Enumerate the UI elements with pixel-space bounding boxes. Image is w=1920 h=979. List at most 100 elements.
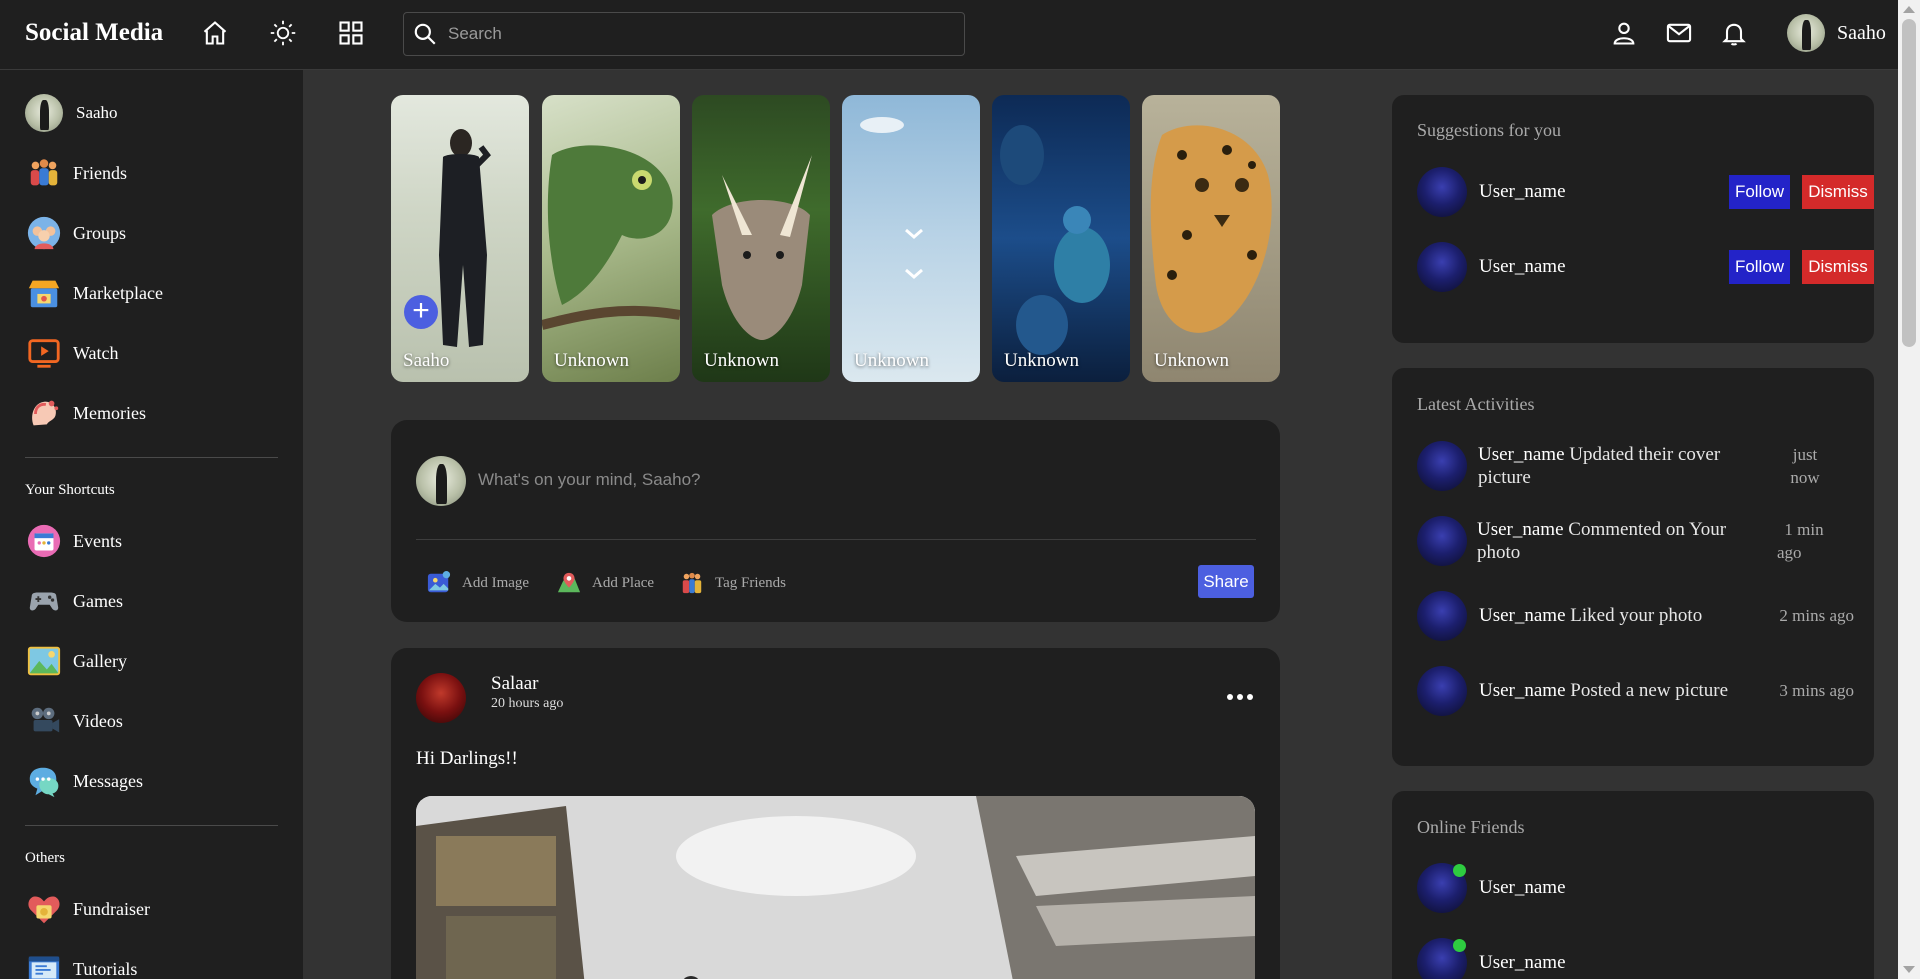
scroll-down-arrow-icon[interactable] xyxy=(1903,966,1915,973)
tag-friends-label: Tag Friends xyxy=(715,574,787,591)
suggestion-username[interactable]: User_name xyxy=(1479,256,1566,278)
story-card[interactable]: Unknown xyxy=(992,95,1130,382)
mail-icon[interactable] xyxy=(1664,18,1694,48)
avatar[interactable] xyxy=(1417,666,1467,716)
story-card[interactable]: Unknown xyxy=(542,95,680,382)
online-friend-item[interactable]: User_name xyxy=(1417,938,1849,979)
sidebar-item-memories[interactable]: Memories xyxy=(25,393,146,433)
activity-time-line: 1 min xyxy=(1784,520,1824,539)
scrollbar-thumb[interactable] xyxy=(1902,19,1916,347)
marketplace-icon xyxy=(25,274,63,312)
avatar[interactable] xyxy=(1417,516,1467,566)
activity-username[interactable]: User_name xyxy=(1479,680,1566,701)
story-card[interactable]: Unknown xyxy=(692,95,830,382)
search-bar xyxy=(403,12,965,56)
sidebar-item-gallery[interactable]: Gallery xyxy=(25,641,127,681)
avatar[interactable] xyxy=(1417,591,1467,641)
avatar xyxy=(1417,863,1467,913)
search-input[interactable] xyxy=(448,24,948,44)
sidebar-item-games[interactable]: Games xyxy=(25,581,123,621)
avatar[interactable] xyxy=(1417,242,1467,292)
shortcuts-heading: Your Shortcuts xyxy=(25,482,115,498)
sidebar-item-label: Events xyxy=(73,530,122,551)
share-button[interactable]: Share xyxy=(1198,565,1254,598)
sidebar-item-label: Friends xyxy=(73,162,127,183)
add-story-icon[interactable]: + xyxy=(404,295,438,329)
videos-icon xyxy=(25,702,63,740)
groups-icon xyxy=(25,214,63,252)
top-user-menu[interactable]: Saaho xyxy=(1775,14,1886,52)
theme-toggle-sun-icon[interactable] xyxy=(268,18,298,48)
follow-button[interactable]: Follow xyxy=(1729,250,1790,284)
scroll-up-arrow-icon[interactable] xyxy=(1903,6,1915,13)
online-friend-name: User_name xyxy=(1479,877,1566,898)
story-name: Unknown xyxy=(704,350,779,371)
sidebar-item-fundraiser[interactable]: Fundraiser xyxy=(25,889,150,929)
online-friend-name: User_name xyxy=(1479,952,1566,973)
games-icon xyxy=(25,582,63,620)
sidebar-divider xyxy=(25,457,278,458)
activity-time: 3 mins ago xyxy=(1759,679,1854,702)
post-time: 20 hours ago xyxy=(491,696,564,711)
activity-text: User_name Posted a new picture xyxy=(1479,679,1779,702)
sidebar-item-label: Videos xyxy=(73,710,123,731)
sidebar-profile[interactable]: Saaho xyxy=(25,93,118,133)
avatar xyxy=(1417,938,1467,979)
more-options-icon[interactable] xyxy=(1227,690,1253,704)
post-composer: What's on your mind, Saaho? Add Image Ad… xyxy=(391,420,1280,622)
profile-person-icon[interactable] xyxy=(1609,18,1639,48)
add-place-icon xyxy=(556,570,582,596)
online-friend-item[interactable]: User_name xyxy=(1417,863,1849,913)
sidebar-item-events[interactable]: Events xyxy=(25,521,122,561)
online-friends-panel: Online Friends User_name User_name xyxy=(1392,791,1874,979)
story-name: Unknown xyxy=(554,350,629,371)
add-place-button[interactable]: Add Place xyxy=(546,570,654,596)
others-heading: Others xyxy=(25,850,65,866)
activity-username[interactable]: User_name xyxy=(1479,605,1566,626)
post-image[interactable] xyxy=(416,796,1255,979)
avatar[interactable] xyxy=(1417,441,1467,491)
suggestions-panel: Suggestions for you User_name Follow Dis… xyxy=(1392,95,1874,343)
story-card[interactable]: Unknown xyxy=(842,95,980,382)
story-card[interactable]: + Saaho xyxy=(391,95,529,382)
post-author[interactable]: Salaar xyxy=(491,673,538,695)
sidebar-item-tutorials[interactable]: Tutorials xyxy=(25,949,137,979)
avatar[interactable] xyxy=(1417,167,1467,217)
activity-username[interactable]: User_name xyxy=(1477,519,1564,540)
suggestion-username[interactable]: User_name xyxy=(1479,181,1566,203)
activity-time: 1 min ago xyxy=(1764,518,1844,564)
memories-icon xyxy=(25,394,63,432)
sidebar-item-label: Tutorials xyxy=(73,958,138,979)
notification-bell-icon[interactable] xyxy=(1719,18,1749,48)
tag-friends-icon xyxy=(679,570,705,596)
activity-time-line: 2 mins ago xyxy=(1779,606,1854,625)
home-icon[interactable] xyxy=(200,18,230,48)
brand-logo[interactable]: Social Media xyxy=(25,19,163,47)
composer-input[interactable]: What's on your mind, Saaho? xyxy=(478,470,700,490)
friends-icon xyxy=(25,154,63,192)
story-card[interactable]: Unknown xyxy=(1142,95,1280,382)
activity-time: 2 mins ago xyxy=(1759,604,1854,627)
sidebar-item-messages[interactable]: Messages xyxy=(25,761,143,801)
sidebar-item-label: Games xyxy=(73,590,123,611)
dismiss-button[interactable]: Dismiss xyxy=(1802,250,1874,284)
add-image-button[interactable]: Add Image xyxy=(416,570,529,596)
apps-grid-icon[interactable] xyxy=(336,18,366,48)
search-icon[interactable] xyxy=(412,21,438,47)
top-navbar: Social Media Saaho xyxy=(0,0,1898,70)
page-scrollbar[interactable] xyxy=(1898,0,1920,979)
tag-friends-button[interactable]: Tag Friends xyxy=(669,570,786,596)
sidebar-item-friends[interactable]: Friends xyxy=(25,153,127,193)
dismiss-button[interactable]: Dismiss xyxy=(1802,175,1874,209)
avatar[interactable] xyxy=(416,673,466,723)
story-dinosaur-image xyxy=(712,155,812,340)
follow-button[interactable]: Follow xyxy=(1729,175,1790,209)
sidebar-item-marketplace[interactable]: Marketplace xyxy=(25,273,163,313)
sidebar-item-watch[interactable]: Watch xyxy=(25,333,119,373)
post-text: Hi Darlings!! xyxy=(416,748,518,769)
sidebar-item-groups[interactable]: Groups xyxy=(25,213,126,253)
activity-username[interactable]: User_name xyxy=(1478,444,1565,465)
sidebar-item-label: Memories xyxy=(73,402,146,423)
events-icon xyxy=(25,522,63,560)
sidebar-item-videos[interactable]: Videos xyxy=(25,701,123,741)
